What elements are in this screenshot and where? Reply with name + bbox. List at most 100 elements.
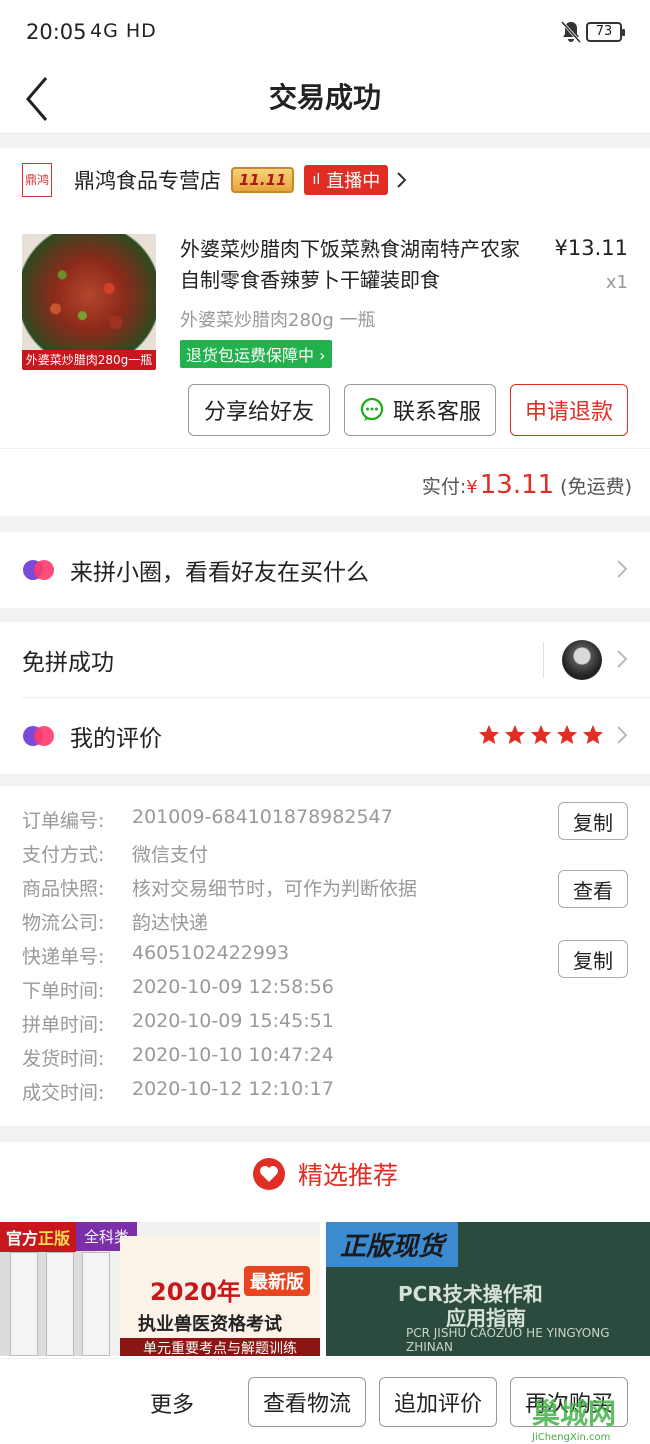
order-info-card: 订单编号: 201009-684101878982547 复制 支付方式: 微信支付 商品…: [0, 786, 650, 1126]
paid-amount: 13.11: [479, 470, 555, 500]
star-icon: [479, 725, 499, 744]
live-bars-icon: ıl: [312, 172, 321, 188]
chevron-right-icon: [617, 560, 628, 578]
rating-stars: [478, 724, 604, 746]
order-info-key: 发货时间:: [22, 1048, 105, 1070]
divider: [543, 642, 544, 678]
paid-label: 实付:: [421, 476, 467, 498]
shop-header[interactable]: 鼎鸿 鼎鸿食品专营店 11.11 ıl 直播中: [22, 160, 408, 200]
order-info-line: 拼单时间: 2020-10-09 15:45:51: [22, 1010, 334, 1037]
order-info-line: 支付方式: 微信支付: [22, 840, 208, 867]
order-product-card: 鼎鸿 鼎鸿食品专营店 11.11 ıl 直播中 外婆菜炒腊肉280g一瓶 外婆菜…: [0, 148, 650, 516]
paid-amount-row: 实付: ¥ 13.11 (免运费): [422, 470, 632, 500]
shop-name[interactable]: 鼎鸿食品专营店: [74, 165, 221, 195]
book-spine: [46, 1252, 74, 1356]
view-logistics-button[interactable]: 查看物流: [248, 1377, 366, 1427]
genuine-stock-tag: 正版现货: [326, 1222, 459, 1267]
view-snapshot-button[interactable]: 查看: [558, 870, 628, 908]
share-button[interactable]: 分享给好友: [188, 384, 330, 436]
order-info-value: 2020-10-09 12:58:56: [132, 976, 334, 998]
order-info-value: 201009-684101878982547: [132, 806, 393, 828]
star-icon: [531, 725, 551, 744]
add-review-button[interactable]: 追加评价: [379, 1377, 497, 1427]
recommend-item-pcr-book[interactable]: 正版现货 PCR技术操作和 应用指南 PCR JISHU CAOZUO HE Y…: [326, 1222, 650, 1356]
page-title: 交易成功: [268, 81, 381, 114]
double-eleven-badge: 11.11: [231, 167, 295, 193]
order-info-key: 订单编号:: [22, 810, 105, 832]
latest-edition-badge: 最新版: [244, 1266, 310, 1296]
more-button[interactable]: 更多: [150, 1387, 194, 1419]
divider: [0, 448, 650, 449]
friend-circle-row[interactable]: 来拼小圈，看看好友在买什么: [0, 532, 650, 608]
product-price: ¥13.11: [554, 236, 628, 260]
chat-icon: [360, 397, 384, 421]
recommend-header: 精选推荐: [0, 1156, 650, 1192]
refund-button[interactable]: 申请退款: [510, 384, 628, 436]
chevron-right-icon: [617, 726, 628, 744]
shipping-note: (免运费): [560, 476, 632, 498]
chevron-right-icon: [397, 172, 407, 188]
order-info-line: 成交时间: 2020-10-12 12:10:17: [22, 1078, 334, 1105]
tag-genuine-text: 正版: [38, 1229, 71, 1248]
star-icon: [557, 725, 577, 744]
star-icon: [583, 725, 603, 744]
book-spine: [82, 1252, 110, 1356]
product-spec: 外婆菜炒腊肉280g 一瓶: [180, 310, 376, 331]
order-info-line: 快递单号: 4605102422993: [22, 942, 289, 969]
order-info-line: 物流公司: 韵达快递: [22, 908, 208, 935]
guarantee-label: 退货包运费保障中: [186, 346, 315, 365]
product-title[interactable]: 外婆菜炒腊肉下饭菜熟食湖南特产农家自制零食香辣萝卜干罐装即食: [180, 234, 525, 296]
battery-icon: 73: [586, 22, 625, 42]
recommend-item-vet-exam-book[interactable]: 官方正版 全科类 2020年 最新版 执业兽医资格考试 单元重要考点与解题训练: [0, 1222, 320, 1356]
order-action-buttons: 分享给好友 联系客服 申请退款: [188, 384, 628, 436]
recommend-title: 精选推荐: [297, 1161, 398, 1190]
heart-icon: [252, 1158, 285, 1190]
return-shipping-guarantee-badge[interactable]: 退货包运费保障中 ›: [180, 340, 332, 368]
add-review-label: 追加评价: [393, 1392, 482, 1417]
avatar[interactable]: [562, 640, 602, 680]
order-info-key: 快递单号:: [22, 946, 105, 968]
order-info-value: 2020-10-12 12:10:17: [132, 1078, 334, 1100]
product-image[interactable]: 外婆菜炒腊肉280g一瓶: [22, 234, 156, 370]
order-info-value: 韵达快递: [132, 912, 209, 934]
order-info-key: 商品快照:: [22, 878, 105, 900]
order-info-line: 下单时间: 2020-10-09 12:58:56: [22, 976, 334, 1003]
product-quantity: x1: [605, 272, 628, 293]
order-info-value: 2020-10-09 15:45:51: [132, 1010, 334, 1032]
my-review-row[interactable]: 我的评价: [0, 698, 650, 774]
order-info-line: 商品快照: 核对交易细节时，可作为判断依据: [22, 874, 417, 901]
order-info-key: 成交时间:: [22, 1082, 105, 1104]
status-bar: 20:05 4G HD 73: [0, 0, 650, 64]
book-title: 执业兽医资格考试: [138, 1314, 282, 1335]
order-info-key: 拼单时间:: [22, 1014, 105, 1036]
live-badge[interactable]: ıl 直播中: [304, 165, 389, 195]
contact-label: 联系客服: [392, 400, 481, 425]
order-info-value: 微信支付: [132, 844, 209, 866]
view-logistics-label: 查看物流: [262, 1392, 351, 1417]
order-info-line: 发货时间: 2020-10-10 10:47:24: [22, 1044, 334, 1071]
product-image-label: 外婆菜炒腊肉280g一瓶: [22, 350, 156, 370]
book-subtitle: 单元重要考点与解题训练: [120, 1338, 320, 1356]
order-info-value: 4605102422993: [132, 942, 290, 964]
shop-logo: 鼎鸿: [22, 163, 52, 197]
copy-button[interactable]: 复制: [558, 940, 628, 978]
refund-label: 申请退款: [524, 400, 613, 425]
status-time: 20:05: [26, 20, 87, 44]
friend-circle-label: 来拼小圈，看看好友在买什么: [70, 560, 369, 586]
contact-service-button[interactable]: 联系客服: [344, 384, 496, 436]
watermark-url: JiChengXin.com: [532, 1432, 611, 1443]
copy-button[interactable]: 复制: [558, 802, 628, 840]
paid-currency: ¥: [466, 477, 478, 498]
book-spine: [10, 1252, 38, 1356]
book-title-pinyin: PCR JISHU CAOZUO HE YINGYONG ZHINAN: [406, 1326, 610, 1354]
pinxiaoquan-icon: [23, 560, 54, 580]
live-label: 直播中: [326, 171, 381, 192]
order-info-line: 订单编号: 201009-684101878982547: [22, 806, 393, 833]
group-success-row[interactable]: 免拼成功: [0, 622, 650, 698]
order-info-key: 支付方式:: [22, 844, 105, 866]
tag-official-text: 官方: [6, 1229, 39, 1248]
order-info-value: 核对交易细节时，可作为判断依据: [132, 878, 418, 900]
network-indicator: 4G HD: [90, 20, 157, 42]
order-info-key: 下单时间:: [22, 980, 105, 1002]
chevron-right-icon: [617, 650, 628, 668]
